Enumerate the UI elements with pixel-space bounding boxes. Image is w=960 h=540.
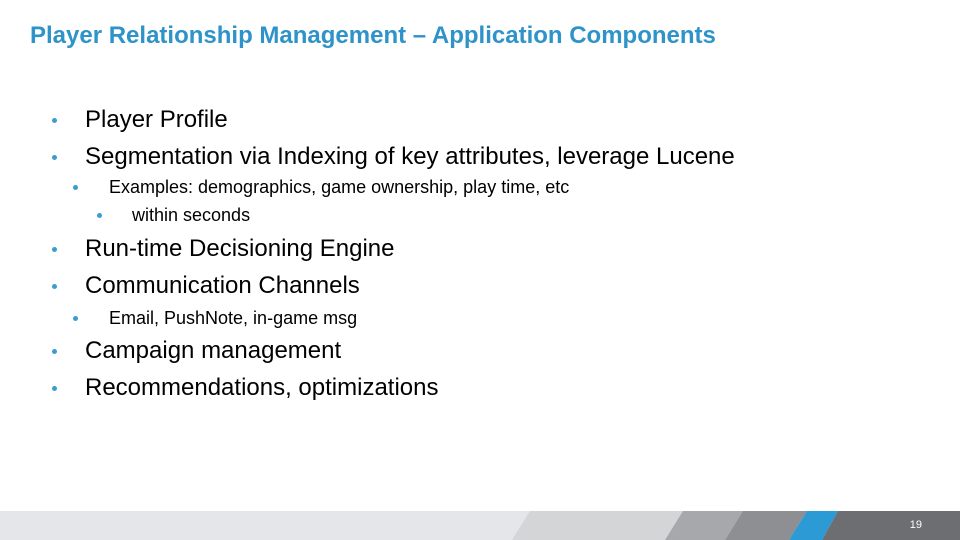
bullet-text: Run-time Decisioning Engine <box>85 235 395 262</box>
footer-band <box>0 511 960 540</box>
bullet-text: Segmentation via Indexing of key attribu… <box>85 143 735 170</box>
bullet-dot-icon <box>52 247 57 252</box>
bullet-dot-icon <box>52 118 57 123</box>
bullet-dot-icon <box>73 185 78 190</box>
footer-segment-silver <box>512 511 683 540</box>
bullet-dot-icon <box>97 213 102 218</box>
footer-segment-dark <box>822 511 960 540</box>
bullet-text: Examples: demographics, game ownership, … <box>109 177 570 197</box>
bullet-text: Player Profile <box>85 106 228 133</box>
bullet-text: Email, PushNote, in-game msg <box>109 308 358 328</box>
bullet-dot-icon <box>73 316 78 321</box>
bullet-dot-icon <box>52 349 57 354</box>
bullet-dot-icon <box>52 284 57 289</box>
bullet-text: Communication Channels <box>85 272 360 299</box>
bullet-text: within seconds <box>132 205 251 225</box>
bullet-text: Recommendations, optimizations <box>85 374 439 401</box>
page-number: 19 <box>909 519 922 531</box>
bullet-dot-icon <box>52 386 57 391</box>
bullet-text: Campaign management <box>85 337 342 364</box>
slide-title: Player Relationship Management – Applica… <box>30 22 716 49</box>
bullet-dot-icon <box>52 155 57 160</box>
